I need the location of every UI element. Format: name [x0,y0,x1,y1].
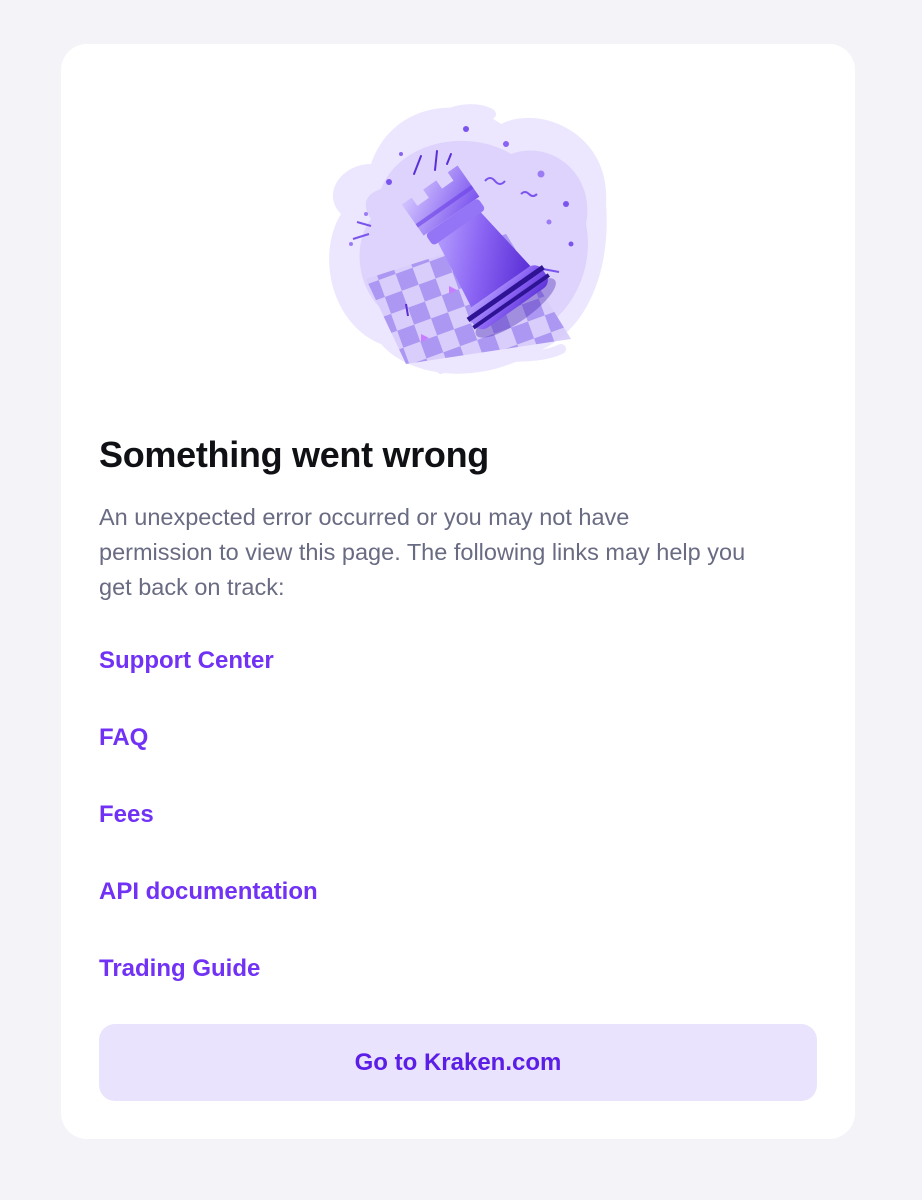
list-item: API documentation [99,870,318,947]
api-documentation-link[interactable]: API documentation [99,870,318,914]
list-item: Trading Guide [99,947,318,1024]
support-center-link[interactable]: Support Center [99,639,274,683]
go-to-kraken-button[interactable]: Go to Kraken.com [99,1024,817,1101]
error-description: An unexpected error occurred or you may … [99,504,746,600]
list-item: Fees [99,793,318,870]
chess-rook-icon [329,104,607,374]
list-item: FAQ [99,716,318,793]
list-item: Support Center [99,639,318,716]
error-illustration [311,94,621,384]
trading-guide-link[interactable]: Trading Guide [99,947,260,991]
fees-link[interactable]: Fees [99,793,154,837]
page-title: Something went wrong [99,434,489,475]
error-card: Something went wrong An unexpected error… [61,44,855,1139]
faq-link[interactable]: FAQ [99,716,148,760]
help-links-list: Support Center FAQ Fees API documentatio… [99,639,318,1024]
